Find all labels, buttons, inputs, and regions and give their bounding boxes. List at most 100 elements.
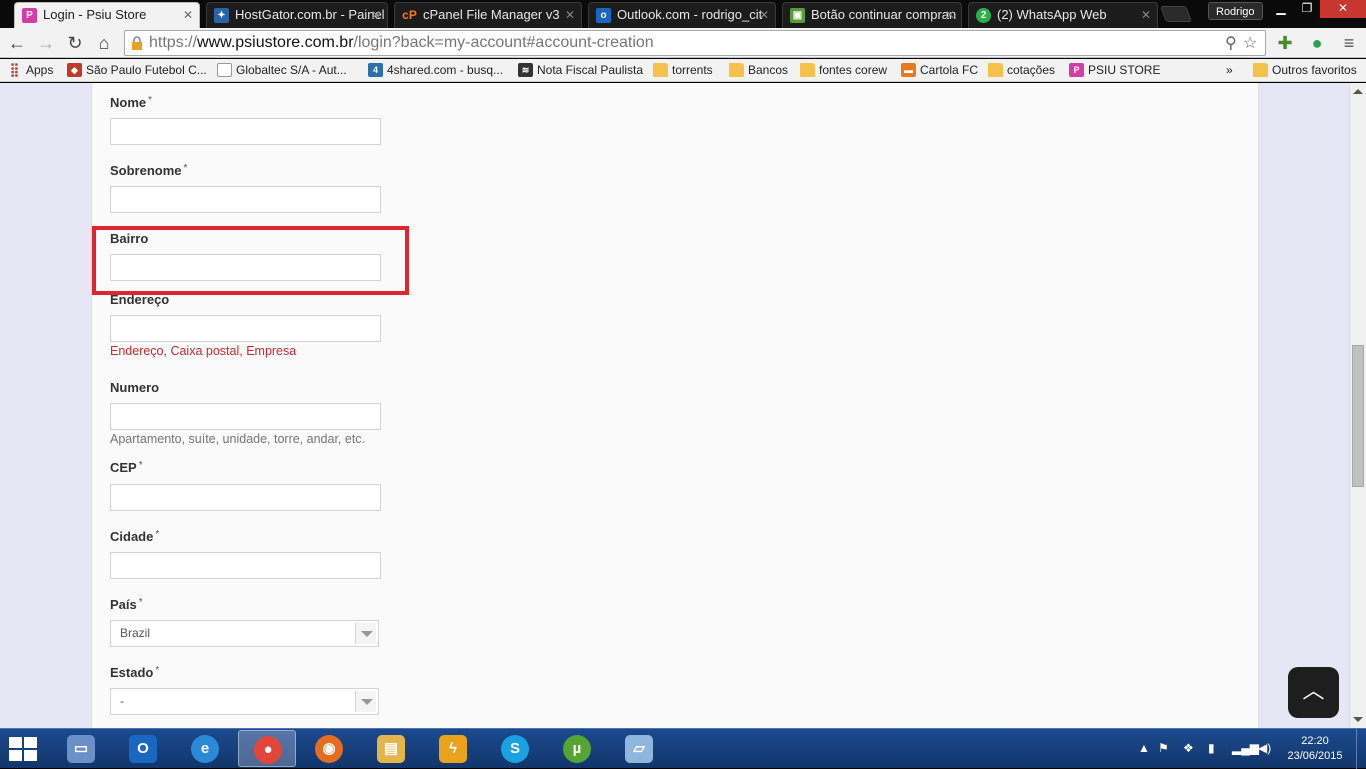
taskbar-utorrent[interactable]: µ (548, 730, 606, 767)
cidade-label: Cidade * (110, 529, 160, 544)
minimize-icon[interactable]: ▁ (1268, 0, 1294, 18)
tray-app-icon[interactable]: ❖ (1183, 741, 1194, 755)
estado-selected-value: - (120, 694, 124, 708)
close-tab-icon[interactable]: ✕ (565, 3, 575, 27)
utorrent-icon: µ (563, 735, 591, 763)
windows-taskbar: ▭ O e ● ◉ ▤ ϟ S µ ▱ ▲ ⚑ ❖ ▮ ▂▄▆ ◀) 22:20… (0, 728, 1366, 769)
tab-whatsapp[interactable]: 2 (2) WhatsApp Web ✕ (968, 2, 1158, 28)
estado-select[interactable]: - (110, 688, 379, 715)
bookmark-label: fontes corew (819, 63, 888, 77)
bookmark-label: Cartola FC (920, 63, 979, 77)
cidade-input[interactable] (110, 552, 381, 579)
sobrenome-label: Sobrenome * (110, 163, 188, 178)
tab-hostgator[interactable]: ✦ HostGator.com.br - Painel ✕ (206, 2, 388, 28)
taskbar-computer[interactable]: ▭ (52, 730, 110, 767)
bookmark-outros-favoritos[interactable]: Outros favoritos (1252, 59, 1357, 82)
bookmarks-overflow-chevron-icon[interactable]: » (1208, 59, 1233, 82)
vertical-scrollbar[interactable] (1349, 83, 1366, 728)
sobrenome-input[interactable] (110, 186, 381, 213)
estado-label: Estado * (110, 665, 160, 680)
hostgator-favicon: ✦ (214, 8, 229, 23)
spfc-icon: ◆ (67, 63, 82, 77)
bookmark-spfc[interactable]: ◆ São Paulo Futebol C... (66, 59, 207, 82)
volume-icon[interactable]: ◀) (1258, 741, 1271, 755)
tab-title: HostGator.com.br - Painel (235, 7, 385, 22)
pais-selected-value: Brazil (120, 626, 151, 640)
bookmark-fontes-corew[interactable]: fontes corew (799, 59, 887, 82)
taskbar-file-explorer[interactable]: ▤ (362, 730, 420, 767)
bookmark-psiu-store[interactable]: P PSIU STORE (1068, 59, 1160, 82)
cpanel-favicon: cP (402, 8, 417, 22)
bookmark-4shared[interactable]: 4 4shared.com - busq... (367, 59, 503, 82)
bookmark-nota-fiscal[interactable]: ≋ Nota Fiscal Paulista (517, 59, 643, 82)
clock-time: 22:20 (1301, 735, 1329, 747)
scroll-to-top-button[interactable]: ︿ (1288, 667, 1339, 718)
close-tab-icon[interactable]: ✕ (1141, 3, 1151, 27)
taskbar-skype[interactable]: S (486, 730, 544, 767)
windows-start-icon[interactable] (8, 736, 38, 762)
restore-icon[interactable]: ❐ (1294, 0, 1320, 18)
tray-expand-icon[interactable]: ▲ (1138, 741, 1150, 755)
system-clock[interactable]: 22:20 23/06/2015 (1284, 734, 1346, 764)
show-desktop-button[interactable] (1356, 729, 1366, 769)
taskbar-outlook[interactable]: O (114, 730, 172, 767)
close-window-icon[interactable]: ✕ (1320, 0, 1366, 18)
home-icon[interactable]: ⌂ (92, 31, 116, 55)
bookmark-bancos[interactable]: Bancos (728, 59, 788, 82)
star-bookmark-icon[interactable]: ☆ (1243, 32, 1257, 56)
scroll-up-arrow-icon[interactable] (1353, 89, 1363, 94)
new-tab-button[interactable] (1160, 6, 1192, 22)
taskbar-firefox[interactable]: ◉ (300, 730, 358, 767)
scroll-down-arrow-icon[interactable] (1353, 717, 1363, 722)
pais-select[interactable]: Brazil (110, 620, 379, 647)
endereco-input[interactable] (110, 315, 381, 342)
close-tab-icon[interactable]: ✕ (183, 3, 193, 27)
bookmarks-bar: ⣿ Apps ◆ São Paulo Futebol C... Globalte… (0, 59, 1366, 82)
numero-input[interactable] (110, 403, 381, 430)
folder-icon (988, 63, 1003, 77)
taskbar-notepad[interactable]: ▱ (610, 730, 668, 767)
profile-button[interactable]: Rodrigo (1208, 2, 1263, 20)
bookmark-cotacoes[interactable]: cotações (987, 59, 1055, 82)
extension-plus-icon[interactable]: ✚ (1274, 32, 1296, 54)
bookmark-torrents[interactable]: torrents (652, 59, 713, 82)
forward-arrow-icon[interactable]: → (34, 31, 58, 55)
nome-input[interactable] (110, 118, 381, 145)
bookmark-globaltec[interactable]: Globaltec S/A - Aut... (216, 59, 347, 82)
folder-icon (800, 63, 815, 77)
tab-strip: P Login - Psiu Store ✕ ✦ HostGator.com.b… (0, 0, 1366, 28)
tab-title: cPanel File Manager v3 (423, 7, 560, 22)
close-tab-icon[interactable]: ✕ (371, 3, 381, 27)
bookmark-apps[interactable]: ⣿ Apps (6, 59, 54, 82)
chevron-up-icon: ︿ (1302, 678, 1325, 703)
outlook-favicon: o (596, 8, 611, 23)
notepad-icon: ▱ (625, 735, 653, 763)
url-text: https://www.psiustore.com.br/login?back=… (149, 34, 654, 51)
network-signal-icon[interactable]: ▂▄▆ (1232, 741, 1259, 755)
back-arrow-icon[interactable]: ← (5, 31, 29, 55)
address-bar[interactable]: https://www.psiustore.com.br/login?back=… (124, 30, 1266, 56)
tab-botao-continuar[interactable]: ▣ Botão continuar compran ✕ (782, 2, 962, 28)
cep-input[interactable] (110, 484, 381, 511)
grammarly-extension-icon[interactable]: ● (1306, 32, 1328, 54)
tab-cpanel[interactable]: cP cPanel File Manager v3 ✕ (394, 2, 582, 28)
chevron-down-icon[interactable] (355, 691, 376, 712)
reload-icon[interactable]: ↻ (63, 31, 87, 55)
pin-icon[interactable]: ⚲ (1225, 32, 1237, 56)
scrollbar-thumb[interactable] (1352, 345, 1364, 487)
required-asterisk: * (148, 95, 153, 106)
chevron-down-icon[interactable] (355, 623, 376, 644)
action-center-flag-icon[interactable]: ⚑ (1158, 741, 1169, 755)
close-tab-icon[interactable]: ✕ (759, 3, 769, 27)
tab-login-psiu-store[interactable]: P Login - Psiu Store ✕ (14, 2, 200, 28)
bookmark-cartola[interactable]: ▬ Cartola FC (900, 59, 978, 82)
taskbar-winamp[interactable]: ϟ (424, 730, 482, 767)
tab-outlook[interactable]: o Outlook.com - rodrigo_cit ✕ (588, 2, 776, 28)
taskbar-chrome[interactable]: ● (238, 730, 296, 767)
bookmark-label: Apps (26, 63, 54, 77)
close-tab-icon[interactable]: ✕ (945, 3, 955, 27)
menu-icon[interactable]: ≡ (1338, 32, 1360, 54)
taskbar-internet-explorer[interactable]: e (176, 730, 234, 767)
battery-icon[interactable]: ▮ (1208, 741, 1215, 755)
clock-date: 23/06/2015 (1287, 750, 1343, 762)
